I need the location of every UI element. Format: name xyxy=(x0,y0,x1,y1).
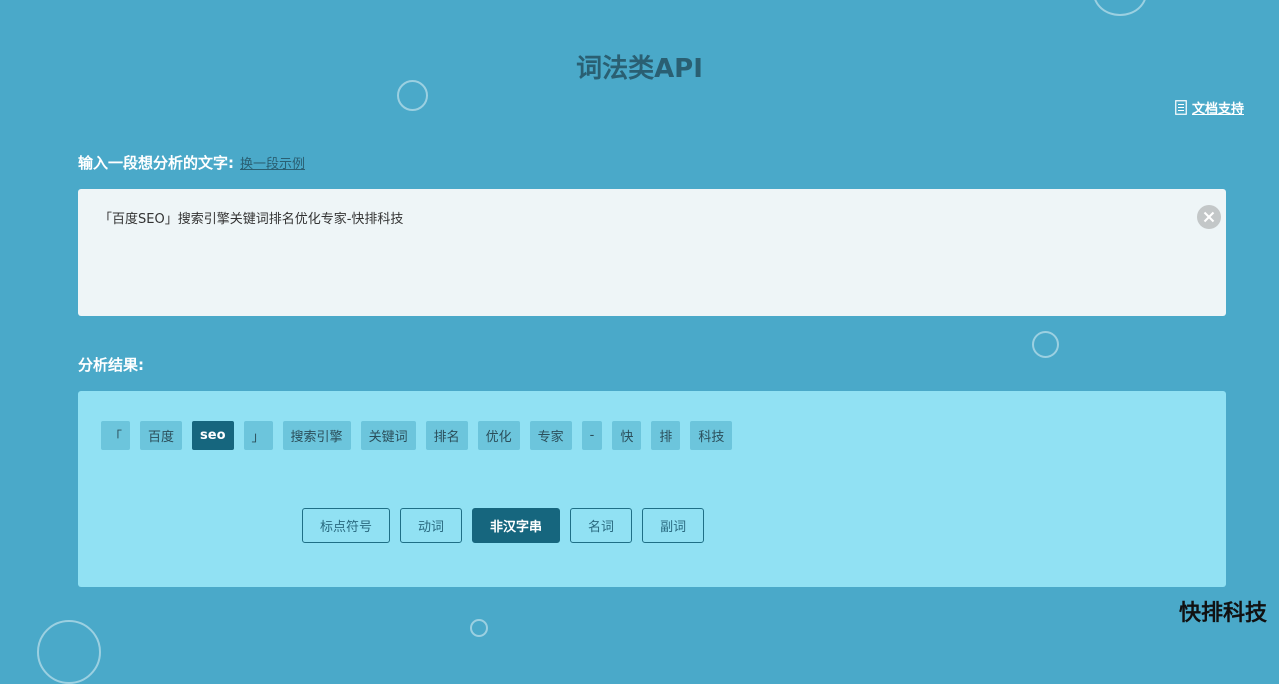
token-chip[interactable]: 科技 xyxy=(690,421,733,450)
change-example-link[interactable]: 换一段示例 xyxy=(240,153,305,172)
category-noun-button[interactable]: 名词 xyxy=(570,508,633,543)
input-label: 输入一段想分析的文字: xyxy=(78,154,234,172)
token-chip[interactable]: 关键词 xyxy=(360,421,416,450)
decorative-bubble xyxy=(37,620,101,684)
decorative-bubble xyxy=(1093,0,1147,16)
token-chip[interactable]: 专家 xyxy=(529,421,572,450)
token-chip-active[interactable]: seo xyxy=(192,421,234,450)
category-verb-button[interactable]: 动词 xyxy=(400,508,463,543)
token-chip[interactable]: 优化 xyxy=(477,421,520,450)
result-panel: 「 百度 seo 」 搜索引擎 关键词 排名 优化 专家 - 快 排 科技 标点… xyxy=(78,391,1226,587)
doc-support-label[interactable]: 文档支持 xyxy=(1192,98,1244,117)
clear-input-button[interactable] xyxy=(1197,205,1221,229)
close-icon xyxy=(1203,211,1215,223)
watermark-text: 快排科技 xyxy=(1178,601,1267,626)
document-icon xyxy=(1175,100,1187,115)
decorative-bubble xyxy=(470,619,488,637)
token-chip[interactable]: 「 xyxy=(101,421,131,450)
token-chip[interactable]: 搜索引擎 xyxy=(282,421,351,450)
input-label-row: 输入一段想分析的文字: 换一段示例 xyxy=(78,152,305,173)
token-chip[interactable]: 百度 xyxy=(140,421,183,450)
text-input-area[interactable]: 「百度SEO」搜索引擎关键词排名优化专家-快排科技 xyxy=(78,189,1226,316)
decorative-bubble xyxy=(1032,331,1059,358)
token-chip[interactable]: 排 xyxy=(651,421,681,450)
pos-category-list: 标点符号 动词 非汉字串 名词 副词 xyxy=(302,508,705,543)
token-chip[interactable]: 」 xyxy=(243,421,273,450)
category-punctuation-button[interactable]: 标点符号 xyxy=(302,508,391,543)
token-chip[interactable]: 快 xyxy=(612,421,642,450)
result-label: 分析结果: xyxy=(78,356,144,374)
category-adverb-button[interactable]: 副词 xyxy=(642,508,705,543)
token-list: 「 百度 seo 」 搜索引擎 关键词 排名 优化 专家 - 快 排 科技 xyxy=(101,421,733,450)
input-text-value[interactable]: 「百度SEO」搜索引擎关键词排名优化专家-快排科技 xyxy=(99,208,403,227)
page-title: 词法类API xyxy=(576,54,703,84)
token-chip[interactable]: 排名 xyxy=(425,421,468,450)
token-chip[interactable]: - xyxy=(581,421,603,450)
category-non-chinese-button[interactable]: 非汉字串 xyxy=(472,508,561,543)
doc-support-link[interactable]: 文档支持 xyxy=(1175,98,1244,117)
